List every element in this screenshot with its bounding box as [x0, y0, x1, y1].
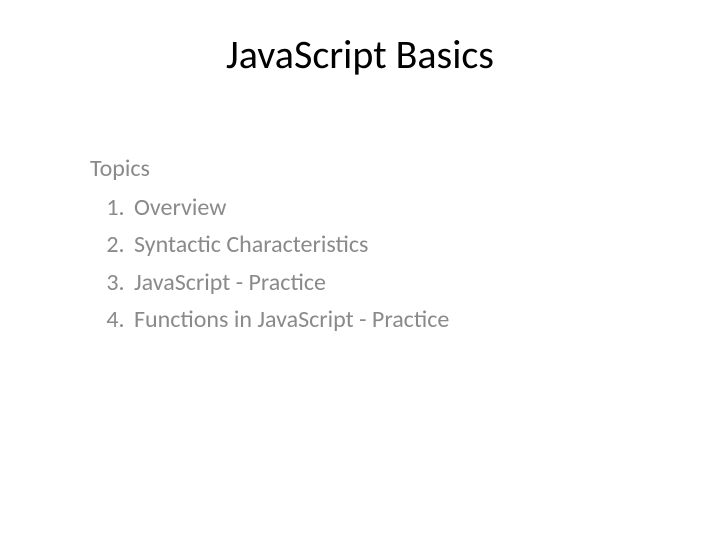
slide-title: JavaScript Basics: [0, 30, 720, 79]
topics-list: Overview Syntactic Characteristics JavaS…: [90, 189, 630, 338]
topics-heading: Topics: [90, 150, 630, 187]
list-item: Overview: [130, 189, 630, 226]
list-item: Syntactic Characteristics: [130, 226, 630, 263]
list-item: JavaScript - Practice: [130, 264, 630, 301]
list-item: Functions in JavaScript - Practice: [130, 301, 630, 338]
slide: JavaScript Basics Topics Overview Syntac…: [0, 0, 720, 540]
slide-body: Topics Overview Syntactic Characteristic…: [90, 150, 630, 338]
